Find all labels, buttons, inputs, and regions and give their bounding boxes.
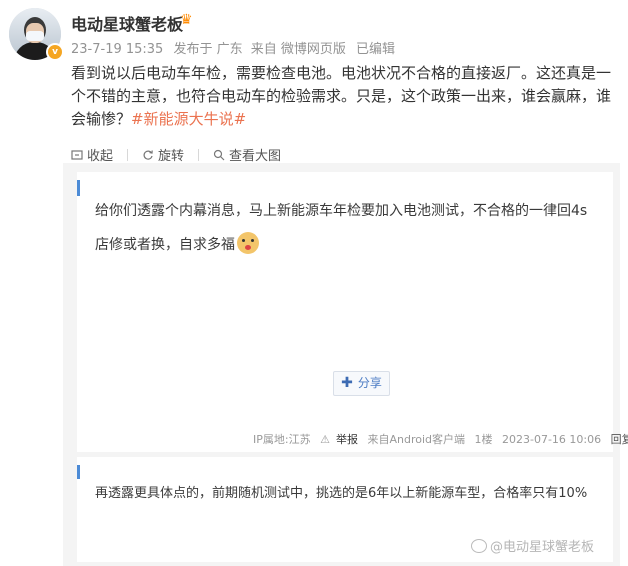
post-meta: 23-7-19 15:35 发布于 广东 来自 微博网页版 已编辑 (71, 38, 401, 57)
view-large-label: 查看大图 (229, 149, 282, 164)
card-accent (77, 180, 80, 196)
warning-icon: ⚠ (320, 433, 330, 446)
reply-label: 回复 (610, 433, 628, 446)
post-location: 发布于 广东 (173, 42, 243, 57)
card-accent (77, 465, 80, 479)
weibo-logo-icon (471, 539, 487, 553)
edited-label[interactable]: 已编辑 (356, 42, 395, 57)
author-name[interactable]: 电动星球蟹老板 (71, 11, 183, 35)
divider (127, 149, 129, 161)
rotate-label: 旋转 (158, 149, 185, 164)
share-label: 分享 (357, 376, 382, 390)
hashtag-link[interactable]: #新能源大牛说# (131, 110, 246, 128)
client-label: 来自Android客户端 (367, 433, 465, 446)
ip-location: IP属地:江苏 (253, 433, 311, 446)
image-toolbar: 收起 旋转 查看大图 (71, 145, 295, 164)
collect-button[interactable]: 收起 (71, 145, 113, 164)
comment-2-text: 再透露更具体点的，前期随机测试中，挑选的是6年以上新能源车型，合格率只有10% (95, 486, 588, 501)
rotate-button[interactable]: 旋转 (142, 145, 184, 164)
post-body: 看到说以后电动车年检，需要检查电池。电池状况不合格的直接返厂。这还真是一个不错的… (71, 62, 616, 131)
rotate-icon (143, 150, 153, 160)
share-button: ✚ 分享 (333, 371, 390, 396)
view-large-button[interactable]: 查看大图 (213, 145, 281, 164)
comment-1-body: 给你们透露个内幕消息，马上新能源车年检要加入电池测试，不合格的一律回4s店修或者… (95, 203, 588, 253)
shocked-emoji-icon (237, 232, 259, 254)
divider (198, 149, 200, 161)
comment-1-text: 给你们透露个内幕消息，马上新能源车年检要加入电池测试，不合格的一律回4s店修或者… (95, 194, 600, 262)
comment-1-info: IP属地:江苏 ⚠ 举报 来自Android客户端 1楼 2023-07-16 1… (253, 431, 628, 447)
weibo-watermark: @电动星球蟹老板 (471, 536, 594, 555)
report-label: 举报 (335, 433, 358, 446)
watermark-text: @电动星球蟹老板 (490, 540, 595, 555)
collect-label: 收起 (87, 149, 114, 164)
collapse-icon (71, 150, 83, 160)
verified-badge-icon: v (46, 43, 64, 61)
comment-timestamp: 2023-07-16 10:06 (502, 433, 602, 446)
post-time[interactable]: 23-7-19 15:35 (71, 42, 163, 57)
floor-label: 1楼 (474, 433, 493, 446)
crown-icon: ♛ (180, 12, 193, 28)
post-source: 来自 微博网页版 (250, 42, 346, 57)
plus-icon: ✚ (341, 375, 353, 391)
enlarge-icon (213, 149, 225, 161)
